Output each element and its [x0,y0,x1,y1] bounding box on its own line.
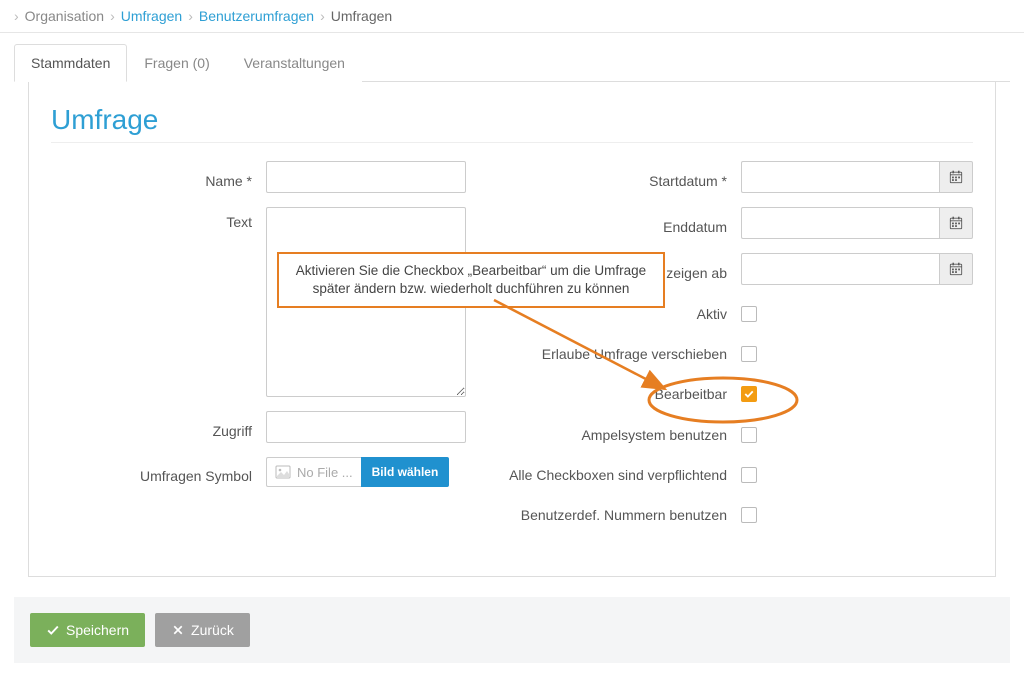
breadcrumb: › Organisation › Umfragen › Benutzerumfr… [0,0,1024,33]
input-ergebnisse-ab[interactable] [741,253,939,285]
file-picker-display[interactable]: No File ... [266,457,361,487]
calendar-button-enddatum[interactable] [939,207,973,239]
checkbox-bearbeitbar[interactable] [741,386,757,402]
chevron-right-icon: › [320,8,325,24]
breadcrumb-item-benutzerumfragen[interactable]: Benutzerumfragen [199,8,314,24]
chevron-right-icon: › [110,8,115,24]
breadcrumb-item-org[interactable]: Organisation [25,8,104,24]
input-text[interactable] [266,207,466,397]
image-icon [275,464,291,480]
label-zugriff: Zugriff [51,416,266,439]
checkbox-verschieben[interactable] [741,346,757,362]
checkbox-verpflichtend[interactable] [741,467,757,483]
file-picker-placeholder: No File ... [297,465,353,480]
calendar-button-ergebnisse[interactable] [939,253,973,285]
form-column-left: Name * Text Zugriff Umfragen Symbol [51,161,476,546]
chevron-right-icon: › [188,8,193,24]
divider [51,142,973,143]
label-nummern: Benutzerdef. Nummern benutzen [496,506,741,524]
label-bearbeitbar: Bearbeitbar [496,385,741,403]
tab-veranstaltungen[interactable]: Veranstaltungen [227,44,362,82]
input-startdatum[interactable] [741,161,939,193]
form-column-right: Startdatum * Enddatum [496,161,973,546]
input-zugriff[interactable] [266,411,466,443]
label-umfragen-symbol: Umfragen Symbol [51,461,266,484]
label-startdatum: Startdatum * [496,166,741,189]
breadcrumb-item-umfragen[interactable]: Umfragen [121,8,182,24]
checkbox-ampelsystem[interactable] [741,427,757,443]
check-icon [46,623,60,637]
tab-bar: Stammdaten Fragen (0) Veranstaltungen [14,43,1010,82]
tab-stammdaten[interactable]: Stammdaten [14,44,127,82]
tab-fragen[interactable]: Fragen (0) [127,44,226,82]
panel-stammdaten: Umfrage Name * Text Zugriff Umfrage [28,82,996,577]
label-ampelsystem: Ampelsystem benutzen [496,426,741,444]
back-button[interactable]: Zurück [155,613,250,647]
label-name: Name * [51,166,266,189]
back-button-label: Zurück [191,622,234,638]
calendar-button-startdatum[interactable] [939,161,973,193]
checkbox-nummern[interactable] [741,507,757,523]
footer-toolbar: Speichern Zurück [14,597,1010,663]
checkbox-aktiv[interactable] [741,306,757,322]
label-verschieben: Erlaube Umfrage verschieben [496,345,741,363]
calendar-icon [949,170,963,184]
label-verpflichtend: Alle Checkboxen sind verpflichtend [496,466,741,484]
input-enddatum[interactable] [741,207,939,239]
close-icon [171,623,185,637]
choose-image-button[interactable]: Bild wählen [361,457,450,487]
label-aktiv: Aktiv [496,305,741,323]
label-ergebnisse-zeigen-ab: Ergebnisse zeigen ab [496,258,741,281]
calendar-icon [949,216,963,230]
label-enddatum: Enddatum [496,212,741,235]
breadcrumb-item-current: Umfragen [331,8,392,24]
save-button-label: Speichern [66,622,129,638]
page-title: Umfrage [51,104,973,136]
label-text: Text [51,207,266,230]
calendar-icon [949,262,963,276]
input-name[interactable] [266,161,466,193]
save-button[interactable]: Speichern [30,613,145,647]
chevron-right-icon: › [14,8,19,24]
